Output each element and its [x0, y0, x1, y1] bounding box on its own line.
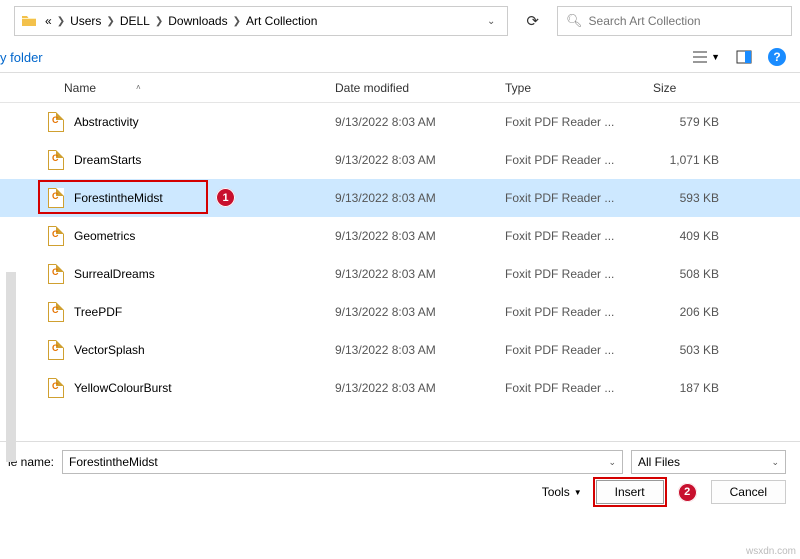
file-row[interactable]: VectorSplash 9/13/2022 8:03 AMFoxit PDF R…: [0, 331, 800, 369]
file-list-area: Name ˄ Date modified Type Size Abstractiv…: [0, 72, 800, 442]
breadcrumb-item[interactable]: Downloads: [168, 14, 227, 28]
chevron-down-icon: ▼: [574, 488, 582, 497]
refresh-button[interactable]: ⟳: [518, 12, 547, 30]
chevron-right-icon: ❯: [57, 16, 65, 27]
breadcrumb-item[interactable]: Art Collection: [246, 14, 317, 28]
sub-toolbar: y folder ▼ ?: [0, 42, 800, 72]
file-date: 9/13/2022 8:03 AM: [335, 267, 505, 281]
file-size: 1,071 KB: [653, 153, 743, 167]
annotation-callout-1: 1: [216, 188, 235, 207]
column-date[interactable]: Date modified: [335, 81, 505, 95]
file-type: Foxit PDF Reader ...: [505, 229, 653, 243]
file-name: SurrealDreams: [74, 267, 155, 281]
preview-pane-icon: [736, 50, 752, 64]
breadcrumb-item[interactable]: Users: [70, 14, 101, 28]
file-row[interactable]: Abstractivity 9/13/2022 8:03 AMFoxit PDF …: [0, 103, 800, 141]
file-size: 187 KB: [653, 381, 743, 395]
dialog-footer: le name: ForestintheMidst ⌄ All Files ⌄ …: [0, 442, 800, 508]
file-row[interactable]: DreamStarts 9/13/2022 8:03 AMFoxit PDF Re…: [0, 141, 800, 179]
file-name: TreePDF: [74, 305, 122, 319]
file-type: Foxit PDF Reader ...: [505, 191, 653, 205]
file-size: 508 KB: [653, 267, 743, 281]
file-size: 579 KB: [653, 115, 743, 129]
pdf-file-icon: [48, 378, 64, 398]
chevron-down-icon: ▼: [711, 52, 720, 62]
new-folder-link[interactable]: y folder: [0, 50, 43, 65]
file-row[interactable]: SurrealDreams 9/13/2022 8:03 AMFoxit PDF …: [0, 255, 800, 293]
file-size: 503 KB: [653, 343, 743, 357]
file-date: 9/13/2022 8:03 AM: [335, 229, 505, 243]
file-size: 409 KB: [653, 229, 743, 243]
search-input[interactable]: [589, 14, 783, 28]
preview-pane-button[interactable]: [732, 48, 756, 66]
column-headers[interactable]: Name ˄ Date modified Type Size: [0, 73, 800, 103]
file-name: YellowColourBurst: [74, 381, 172, 395]
file-date: 9/13/2022 8:03 AM: [335, 381, 505, 395]
chevron-down-icon: ⌄: [608, 457, 616, 468]
file-date: 9/13/2022 8:03 AM: [335, 343, 505, 357]
file-row[interactable]: Geometrics 9/13/2022 8:03 AMFoxit PDF Rea…: [0, 217, 800, 255]
column-type[interactable]: Type: [505, 81, 653, 95]
chevron-right-icon: ❯: [106, 16, 114, 27]
breadcrumb-root[interactable]: «: [45, 14, 52, 28]
file-type: Foxit PDF Reader ...: [505, 305, 653, 319]
watermark: wsxdn.com: [746, 546, 796, 557]
search-box[interactable]: 🔍︎: [557, 6, 792, 36]
filter-value: All Files: [638, 455, 680, 469]
breadcrumb-item[interactable]: DELL: [120, 14, 150, 28]
column-size[interactable]: Size: [653, 81, 743, 95]
pdf-file-icon: [48, 226, 64, 246]
help-button[interactable]: ?: [768, 48, 786, 66]
chevron-right-icon: ❯: [233, 16, 241, 27]
view-list-menu[interactable]: ▼: [688, 48, 724, 66]
pdf-file-icon: [48, 264, 64, 284]
file-date: 9/13/2022 8:03 AM: [335, 305, 505, 319]
file-type: Foxit PDF Reader ...: [505, 381, 653, 395]
file-type: Foxit PDF Reader ...: [505, 153, 653, 167]
file-name: Geometrics: [74, 229, 135, 243]
column-name[interactable]: Name: [64, 81, 96, 95]
folder-icon: [21, 13, 37, 29]
search-icon: 🔍︎: [566, 13, 583, 29]
annotation-callout-2: 2: [678, 483, 697, 502]
file-name: ForestintheMidst: [74, 191, 163, 205]
breadcrumb[interactable]: « ❯ Users ❯ DELL ❯ Downloads ❯ Art Colle…: [14, 6, 508, 36]
filename-combo[interactable]: ForestintheMidst ⌄: [62, 450, 623, 474]
file-date: 9/13/2022 8:03 AM: [335, 115, 505, 129]
pdf-file-icon: [48, 302, 64, 322]
file-name: Abstractivity: [74, 115, 139, 129]
filetype-filter-combo[interactable]: All Files ⌄: [631, 450, 786, 474]
cancel-button[interactable]: Cancel: [711, 480, 786, 504]
file-name: VectorSplash: [74, 343, 145, 357]
file-date: 9/13/2022 8:03 AM: [335, 153, 505, 167]
file-type: Foxit PDF Reader ...: [505, 343, 653, 357]
insert-button[interactable]: Insert: [596, 480, 664, 504]
file-name: DreamStarts: [74, 153, 141, 167]
address-toolbar: « ❯ Users ❯ DELL ❯ Downloads ❯ Art Colle…: [0, 0, 800, 42]
breadcrumb-dropdown-icon[interactable]: ⌄: [481, 16, 501, 27]
chevron-right-icon: ❯: [155, 16, 163, 27]
file-rows-container: Abstractivity9/13/2022 8:03 AMFoxit PDF …: [0, 103, 800, 407]
filename-value: ForestintheMidst: [69, 455, 158, 469]
file-size: 593 KB: [653, 191, 743, 205]
list-icon: [692, 50, 708, 64]
file-type: Foxit PDF Reader ...: [505, 115, 653, 129]
tools-menu[interactable]: Tools ▼: [542, 485, 582, 499]
pdf-file-icon: [48, 150, 64, 170]
file-date: 9/13/2022 8:03 AM: [335, 191, 505, 205]
sort-indicator-icon: ˄: [136, 83, 141, 92]
file-row[interactable]: TreePDF 9/13/2022 8:03 AMFoxit PDF Reader…: [0, 293, 800, 331]
chevron-down-icon: ⌄: [771, 457, 779, 468]
file-row[interactable]: YellowColourBurst 9/13/2022 8:03 AMFoxit …: [0, 369, 800, 407]
file-size: 206 KB: [653, 305, 743, 319]
pdf-file-icon: [48, 188, 64, 208]
pdf-file-icon: [48, 340, 64, 360]
file-type: Foxit PDF Reader ...: [505, 267, 653, 281]
pdf-file-icon: [48, 112, 64, 132]
file-row[interactable]: ForestintheMidst 9/13/2022 8:03 AMFoxit P…: [0, 179, 800, 217]
